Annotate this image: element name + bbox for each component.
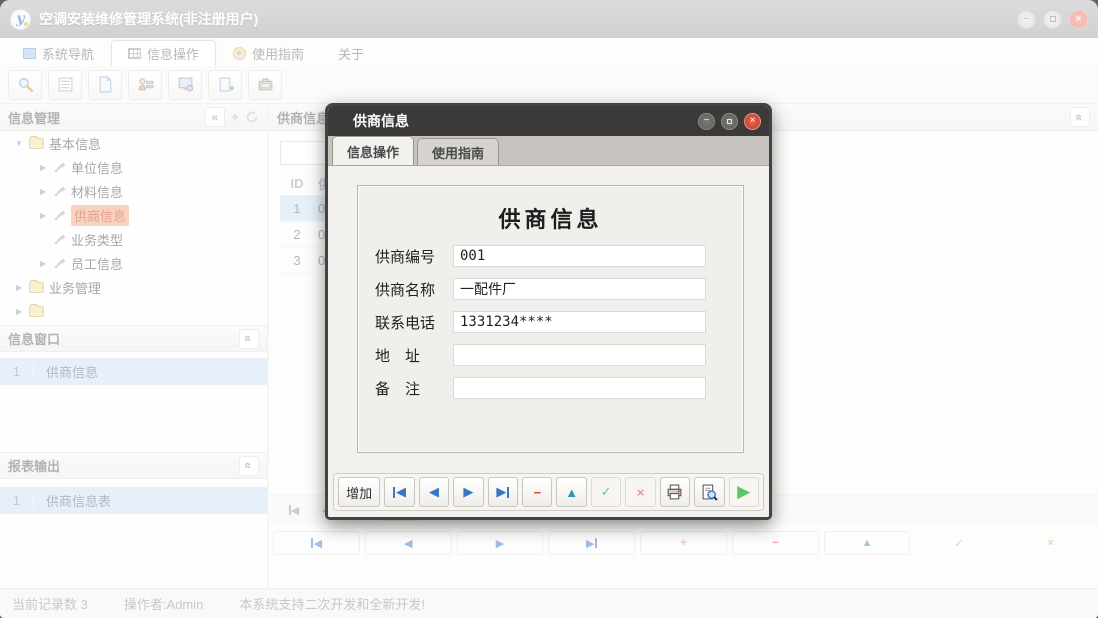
run-button[interactable]: ▶ <box>729 477 759 507</box>
supplier-code-label: 供商编号 <box>375 246 453 267</box>
dialog-title: 供商信息 <box>353 111 409 131</box>
address-label: 地 址 <box>375 345 453 366</box>
dialog-record-toolbar: 增加 ◀ ◀ ▶ ▶ − ▲ ✓ × ▶ <box>333 473 764 511</box>
cancel-icon: × <box>637 485 645 500</box>
dialog-delete-button[interactable]: − <box>522 477 552 507</box>
remark-input[interactable] <box>453 377 706 399</box>
dialog-titlebar: 供商信息 − × <box>328 106 769 136</box>
dialog-last-button[interactable]: ▶ <box>488 477 518 507</box>
preview-icon <box>701 484 718 501</box>
supplier-name-label: 供商名称 <box>375 279 453 300</box>
confirm-icon: ✓ <box>601 484 612 500</box>
add-button-label: 增加 <box>346 483 372 502</box>
print-button[interactable] <box>660 477 690 507</box>
dialog-prev-button[interactable]: ◀ <box>419 477 449 507</box>
supplier-info-dialog: 供商信息 − × 信息操作 使用指南 供商信息 供商编号 供商名称 联系电话 <box>325 103 772 520</box>
maximize-icon <box>727 119 732 124</box>
dialog-tab-info-operate[interactable]: 信息操作 <box>332 136 414 165</box>
dialog-minimize-button[interactable]: − <box>698 113 715 130</box>
dialog-maximize-button[interactable] <box>721 113 738 130</box>
last-icon: ▶ <box>496 484 506 500</box>
dialog-tabbar: 信息操作 使用指南 <box>328 136 769 166</box>
delete-icon: − <box>533 485 541 500</box>
preview-button[interactable] <box>694 477 724 507</box>
dialog-body: 供商信息 供商编号 供商名称 联系电话 地 址 备 注 <box>328 167 769 517</box>
print-icon <box>666 484 683 501</box>
add-record-button[interactable]: 增加 <box>338 477 380 507</box>
run-icon: ▶ <box>737 482 750 502</box>
dialog-cancel-button[interactable]: × <box>625 477 655 507</box>
contact-phone-label: 联系电话 <box>375 312 453 333</box>
address-input[interactable] <box>453 344 706 366</box>
minimize-icon: − <box>704 116 710 126</box>
dialog-confirm-button[interactable]: ✓ <box>591 477 621 507</box>
dialog-tab-user-guide[interactable]: 使用指南 <box>417 138 499 165</box>
tab-label: 信息操作 <box>347 142 399 161</box>
tab-label: 使用指南 <box>432 143 484 162</box>
contact-phone-input[interactable] <box>453 311 706 333</box>
next-icon: ▶ <box>463 484 473 500</box>
supplier-code-input[interactable] <box>453 245 706 267</box>
supplier-form-panel: 供商信息 供商编号 供商名称 联系电话 地 址 备 注 <box>357 185 744 453</box>
remark-label: 备 注 <box>375 378 453 399</box>
prev-icon: ◀ <box>429 484 439 500</box>
supplier-name-input[interactable] <box>453 278 706 300</box>
first-icon: ◀ <box>396 484 406 500</box>
form-title: 供商信息 <box>358 202 743 234</box>
dialog-first-button[interactable]: ◀ <box>384 477 414 507</box>
dialog-edit-button[interactable]: ▲ <box>556 477 586 507</box>
close-icon: × <box>750 116 756 126</box>
dialog-close-button[interactable]: × <box>744 113 761 130</box>
dialog-next-button[interactable]: ▶ <box>453 477 483 507</box>
edit-icon: ▲ <box>565 485 578 500</box>
